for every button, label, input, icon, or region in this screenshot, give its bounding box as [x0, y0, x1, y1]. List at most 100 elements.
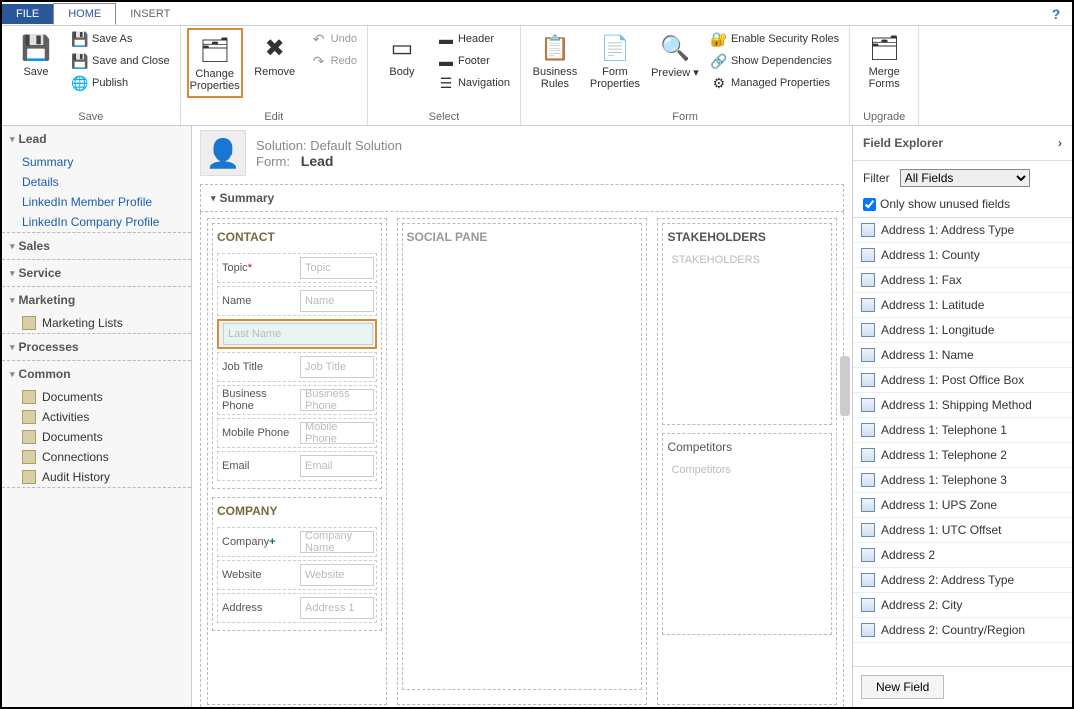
header-button[interactable]: ▬Header	[434, 28, 514, 50]
filter-select[interactable]: All Fields	[900, 169, 1030, 187]
connections-label: Connections	[42, 450, 109, 464]
stakeholders-section[interactable]: STAKEHOLDERS STAKEHOLDERS	[662, 223, 832, 425]
nav-marketing-header[interactable]: Marketing	[2, 287, 191, 313]
nav-activities[interactable]: Activities	[2, 407, 191, 427]
business-rules-button[interactable]: 📋Business Rules	[527, 28, 583, 94]
field-item[interactable]: Address 1: Longitude	[853, 318, 1072, 343]
field-item[interactable]: Address 1: UTC Offset	[853, 518, 1072, 543]
field-item[interactable]: Address 2	[853, 543, 1072, 568]
scrollbar-thumb[interactable]	[840, 356, 850, 416]
field-mphone[interactable]: Mobile PhoneMobile Phone	[217, 418, 377, 448]
field-bphone[interactable]: Business PhoneBusiness Phone	[217, 385, 377, 415]
bphone-input[interactable]: Business Phone	[300, 389, 374, 411]
field-item[interactable]: Address 1: Fax	[853, 268, 1072, 293]
only-unused-checkbox[interactable]	[863, 198, 876, 211]
header-label: Header	[458, 33, 494, 45]
lastname-input[interactable]: Last Name	[223, 323, 373, 345]
field-item[interactable]: Address 1: Telephone 2	[853, 443, 1072, 468]
nav-linkedin-company[interactable]: LinkedIn Company Profile	[2, 212, 191, 232]
stakeholders-title: STAKEHOLDERS	[667, 228, 827, 250]
email-input[interactable]: Email	[300, 455, 374, 477]
nav-connections[interactable]: Connections	[2, 447, 191, 467]
nav-sales-header[interactable]: Sales	[2, 233, 191, 259]
field-item[interactable]: Address 2: City	[853, 593, 1072, 618]
footer-icon: ▬	[438, 53, 454, 69]
undo-button[interactable]: ↶Undo	[307, 28, 361, 50]
field-icon	[861, 548, 875, 562]
tab-home[interactable]: HOME	[53, 3, 116, 25]
nav-service-header[interactable]: Service	[2, 260, 191, 286]
nav-common-header[interactable]: Common	[2, 361, 191, 387]
company-label: Company	[222, 536, 269, 548]
managed-props-button[interactable]: ⚙Managed Properties	[707, 72, 843, 94]
field-website[interactable]: WebsiteWebsite	[217, 560, 377, 590]
field-item[interactable]: Address 1: Telephone 3	[853, 468, 1072, 493]
chevron-right-icon[interactable]: ›	[1058, 136, 1062, 150]
body-button[interactable]: ▭ Body	[374, 28, 430, 82]
field-item-label: Address 1: Telephone 3	[881, 473, 1007, 487]
field-item[interactable]: Address 2: Address Type	[853, 568, 1072, 593]
name-input[interactable]: Name	[300, 290, 374, 312]
nav-documents[interactable]: Documents	[2, 387, 191, 407]
nav-details[interactable]: Details	[2, 172, 191, 192]
nav-summary[interactable]: Summary	[2, 152, 191, 172]
nav-icon: ☰	[438, 75, 454, 91]
field-item[interactable]: Address 1: Address Type	[853, 218, 1072, 243]
company-input[interactable]: Company Name	[300, 531, 374, 553]
publish-button[interactable]: 🌐Publish	[68, 72, 174, 94]
address-input[interactable]: Address 1	[300, 597, 374, 619]
field-name[interactable]: NameName	[217, 286, 377, 316]
competitors-section[interactable]: Competitors Competitors	[662, 433, 832, 635]
jobtitle-input[interactable]: Job Title	[300, 356, 374, 378]
merge-forms-button[interactable]: 🗂Merge Forms	[856, 28, 912, 94]
save-as-button[interactable]: 💾Save As	[68, 28, 174, 50]
nav-marketing-lists[interactable]: Marketing Lists	[2, 313, 191, 333]
redo-button[interactable]: ↷Redo	[307, 50, 361, 72]
field-company[interactable]: Company+Company Name	[217, 527, 377, 557]
mphone-input[interactable]: Mobile Phone	[300, 422, 374, 444]
help-icon[interactable]: ?	[1048, 6, 1064, 22]
tab-strip: FILE HOME INSERT ?	[2, 2, 1072, 26]
nav-linkedin-member[interactable]: LinkedIn Member Profile	[2, 192, 191, 212]
nav-processes-header[interactable]: Processes	[2, 334, 191, 360]
website-input[interactable]: Website	[300, 564, 374, 586]
company-section[interactable]: COMPANY Company+Company Name WebsiteWebs…	[212, 497, 382, 631]
social-pane-section[interactable]: SOCIAL PANE	[402, 223, 643, 690]
field-item[interactable]: Address 1: Name	[853, 343, 1072, 368]
new-field-button[interactable]: New Field	[861, 675, 944, 699]
summary-tab-header[interactable]: Summary	[200, 184, 844, 212]
navigation-button[interactable]: ☰Navigation	[434, 72, 514, 94]
field-item[interactable]: Address 1: Telephone 1	[853, 418, 1072, 443]
show-deps-button[interactable]: 🔗Show Dependencies	[707, 50, 843, 72]
saveas-icon: 💾	[72, 31, 88, 47]
security-roles-button[interactable]: 🔐Enable Security Roles	[707, 28, 843, 50]
topic-input[interactable]: Topic	[300, 257, 374, 279]
change-properties-button[interactable]: 🗂 Change Properties	[187, 28, 243, 98]
field-item[interactable]: Address 1: Post Office Box	[853, 368, 1072, 393]
footer-button[interactable]: ▬Footer	[434, 50, 514, 72]
remove-button[interactable]: ✖ Remove	[247, 28, 303, 82]
field-item[interactable]: Address 1: Latitude	[853, 293, 1072, 318]
field-icon	[861, 323, 875, 337]
field-lastname[interactable]: Last Name	[217, 319, 377, 349]
contact-section[interactable]: CONTACT Topic*Topic NameName Last Name J…	[212, 223, 382, 489]
field-jobtitle[interactable]: Job TitleJob Title	[217, 352, 377, 382]
field-item[interactable]: Address 1: County	[853, 243, 1072, 268]
field-topic[interactable]: Topic*Topic	[217, 253, 377, 283]
field-address[interactable]: AddressAddress 1	[217, 593, 377, 623]
tab-file[interactable]: FILE	[2, 4, 53, 24]
properties-icon: 🗂	[199, 34, 231, 66]
field-email[interactable]: EmailEmail	[217, 451, 377, 481]
tab-insert[interactable]: INSERT	[116, 4, 184, 24]
save-close-button[interactable]: 💾Save and Close	[68, 50, 174, 72]
nav-lead-header[interactable]: Lead	[2, 126, 191, 152]
field-item[interactable]: Address 2: Country/Region	[853, 618, 1072, 643]
preview-button[interactable]: 🔍Preview ▾	[647, 28, 703, 83]
field-item[interactable]: Address 1: UPS Zone	[853, 493, 1072, 518]
nav-documents-2[interactable]: Documents	[2, 427, 191, 447]
form-properties-button[interactable]: 📄Form Properties	[587, 28, 643, 94]
save-button[interactable]: 💾 Save	[8, 28, 64, 82]
field-item[interactable]: Address 1: Shipping Method	[853, 393, 1072, 418]
nav-audit-history[interactable]: Audit History	[2, 467, 191, 487]
save-icon: 💾	[20, 32, 52, 64]
